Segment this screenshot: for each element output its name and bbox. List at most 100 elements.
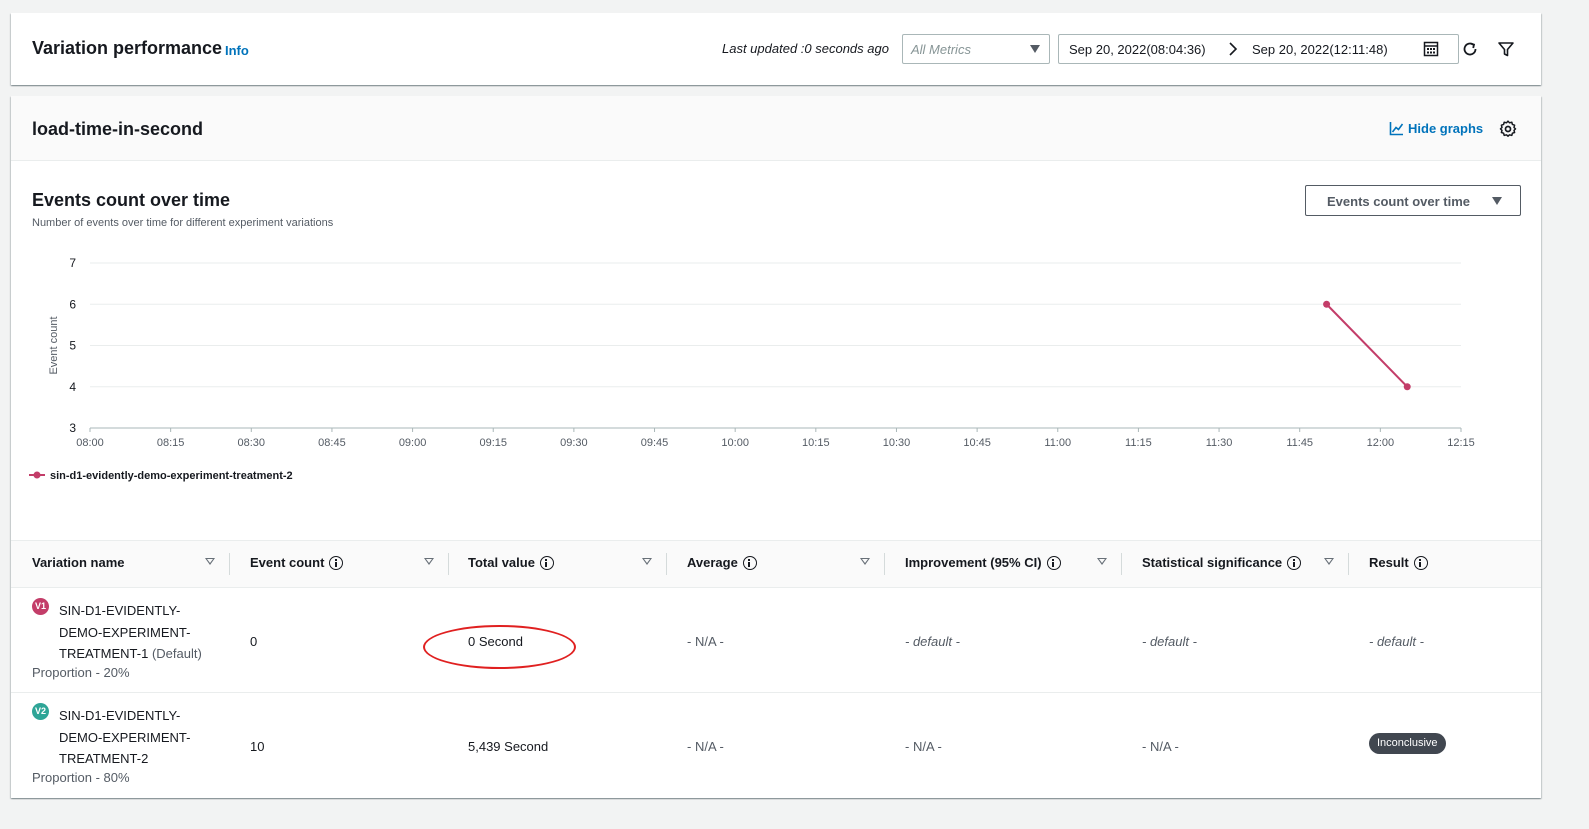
variation-name-line: SIN-D1-EVIDENTLY- (59, 708, 181, 723)
table-header: Variation name Event count Total value A… (11, 540, 1541, 588)
total-value-cell: 5,439 Second (468, 739, 549, 754)
info-circle-icon[interactable] (329, 555, 344, 570)
total-value-cell: 0 Second (468, 634, 523, 649)
refresh-icon[interactable] (1461, 40, 1479, 58)
col-header-label: Statistical significance (1142, 555, 1283, 570)
x-tick-label: 09:15 (479, 437, 507, 449)
page-title: Variation performance (32, 38, 223, 58)
y-tick-label: 3 (69, 421, 76, 435)
date-range-picker[interactable]: Sep 20, 2022(08:04:36) Sep 20, 2022(12:1… (1058, 34, 1459, 64)
significance-cell: - default - (1142, 634, 1197, 649)
date-range-start: Sep 20, 2022(08:04:36) (1069, 42, 1206, 57)
table-row: V2 SIN-D1-EVIDENTLY- DEMO-EXPERIMENT- TR… (11, 693, 1541, 798)
sort-icon[interactable] (1324, 558, 1334, 565)
col-header-total-value: Total value (468, 555, 554, 570)
x-tick-label: 10:00 (721, 437, 749, 449)
average-cell: - N/A - (687, 739, 724, 754)
default-tag: (Default) (151, 646, 202, 661)
x-tick-label: 08:00 (76, 437, 104, 449)
col-header-variation-name: Variation name (32, 555, 124, 570)
metrics-select-placeholder: All Metrics (911, 42, 971, 57)
date-range-end: Sep 20, 2022(12:11:48) (1252, 42, 1388, 57)
x-tick-label: 08:15 (157, 437, 185, 449)
x-tick-label: 11:45 (1286, 437, 1313, 449)
info-circle-icon[interactable] (1287, 555, 1302, 570)
sort-icon[interactable] (424, 558, 434, 565)
data-point (1403, 383, 1411, 391)
x-tick-label: 10:15 (802, 437, 830, 449)
col-header-statistical-significance: Statistical significance (1142, 555, 1302, 570)
x-tick-label: 09:30 (560, 437, 588, 449)
legend-label: sin-d1-evidently-demo-experiment-treatme… (50, 470, 293, 482)
calendar-icon[interactable] (1423, 41, 1439, 57)
x-tick-label: 08:45 (318, 437, 346, 449)
info-circle-icon[interactable] (1413, 555, 1428, 570)
y-tick-label: 7 (69, 256, 76, 270)
col-header-label: Average (687, 555, 738, 570)
col-header-label: Variation name (32, 555, 125, 570)
x-tick-label: 08:30 (238, 437, 266, 449)
variation-badge-v2: V2 (32, 703, 49, 720)
info-link[interactable]: Info (225, 43, 249, 58)
caret-down-icon (1030, 45, 1040, 53)
col-header-label: Result (1369, 555, 1409, 570)
col-header-label: Improvement (95% CI) (905, 555, 1042, 570)
col-header-label: Event count (250, 555, 325, 570)
variation-name-line: DEMO-EXPERIMENT- (59, 624, 191, 640)
y-tick-label: 5 (69, 339, 76, 353)
event-count-cell: 0 (250, 634, 258, 649)
info-circle-icon[interactable] (539, 555, 554, 570)
variation-name-line: DEMO-EXPERIMENT- (59, 729, 191, 745)
filter-icon[interactable] (1497, 40, 1515, 58)
x-tick-label: 12:15 (1447, 437, 1475, 449)
column-divider (229, 553, 230, 575)
col-header-label: Total value (468, 555, 535, 570)
column-divider (884, 553, 885, 575)
info-circle-icon[interactable] (742, 555, 757, 570)
metrics-select[interactable]: All Metrics (902, 34, 1050, 64)
column-divider (448, 553, 449, 575)
sort-icon[interactable] (860, 558, 870, 565)
variation-name: SIN-D1-EVIDENTLY- DEMO-EXPERIMENT- TREAT… (59, 705, 229, 770)
column-divider (666, 553, 667, 575)
sort-icon[interactable] (1097, 558, 1107, 565)
sort-icon[interactable] (642, 558, 652, 565)
y-axis-label: Event count (48, 316, 60, 374)
average-cell: - N/A - (687, 634, 724, 649)
events-count-chart: 3 4 5 6 7 08:00 08:15 08:30 08:45 09:00 09:15 09:30… (29, 256, 1475, 482)
y-tick-label: 4 (69, 380, 76, 394)
variation-badge-v1: V1 (32, 598, 49, 615)
metric-panel: load-time-in-second Hide graphs Events c… (11, 96, 1541, 798)
sort-icon[interactable] (205, 558, 215, 565)
x-tick-label: 11:00 (1044, 437, 1071, 449)
col-header-average: Average (687, 555, 757, 570)
variation-name-line: TREATMENT-1 (59, 646, 149, 661)
event-count-cell: 10 (250, 739, 265, 754)
col-header-event-count: Event count (250, 555, 344, 570)
chevron-right-icon (1229, 42, 1238, 56)
variation-name: SIN-D1-EVIDENTLY- DEMO-EXPERIMENT- TREAT… (59, 600, 229, 665)
variation-proportion: Proportion - 80% (32, 770, 130, 785)
significance-cell: - N/A - (1142, 739, 1179, 754)
header-panel: Variation performance Info Last updated … (11, 13, 1541, 85)
x-tick-label: 11:15 (1125, 437, 1152, 449)
variation-proportion: Proportion - 20% (32, 665, 130, 680)
y-tick-label: 6 (69, 297, 76, 311)
last-updated-text: Last updated :0 seconds ago (722, 41, 889, 56)
info-circle-icon[interactable] (1046, 555, 1061, 570)
data-point (1323, 300, 1331, 308)
x-tick-label: 11:30 (1206, 437, 1233, 449)
col-header-improvement: Improvement (95% CI) (905, 555, 1061, 570)
col-header-result: Result (1369, 555, 1428, 570)
improvement-cell: - default - (905, 634, 960, 649)
variation-name-line: TREATMENT-2 (59, 751, 149, 766)
improvement-cell: - N/A - (905, 739, 942, 754)
x-tick-label: 09:00 (399, 437, 427, 449)
legend-marker (33, 471, 41, 479)
result-cell: - default - (1369, 634, 1424, 649)
x-tick-label: 10:30 (883, 437, 911, 449)
x-tick-label: 10:45 (963, 437, 991, 449)
x-tick-label: 09:45 (641, 437, 669, 449)
table-row: V1 SIN-D1-EVIDENTLY- DEMO-EXPERIMENT- TR… (11, 588, 1541, 693)
x-tick-label: 12:00 (1367, 437, 1395, 449)
